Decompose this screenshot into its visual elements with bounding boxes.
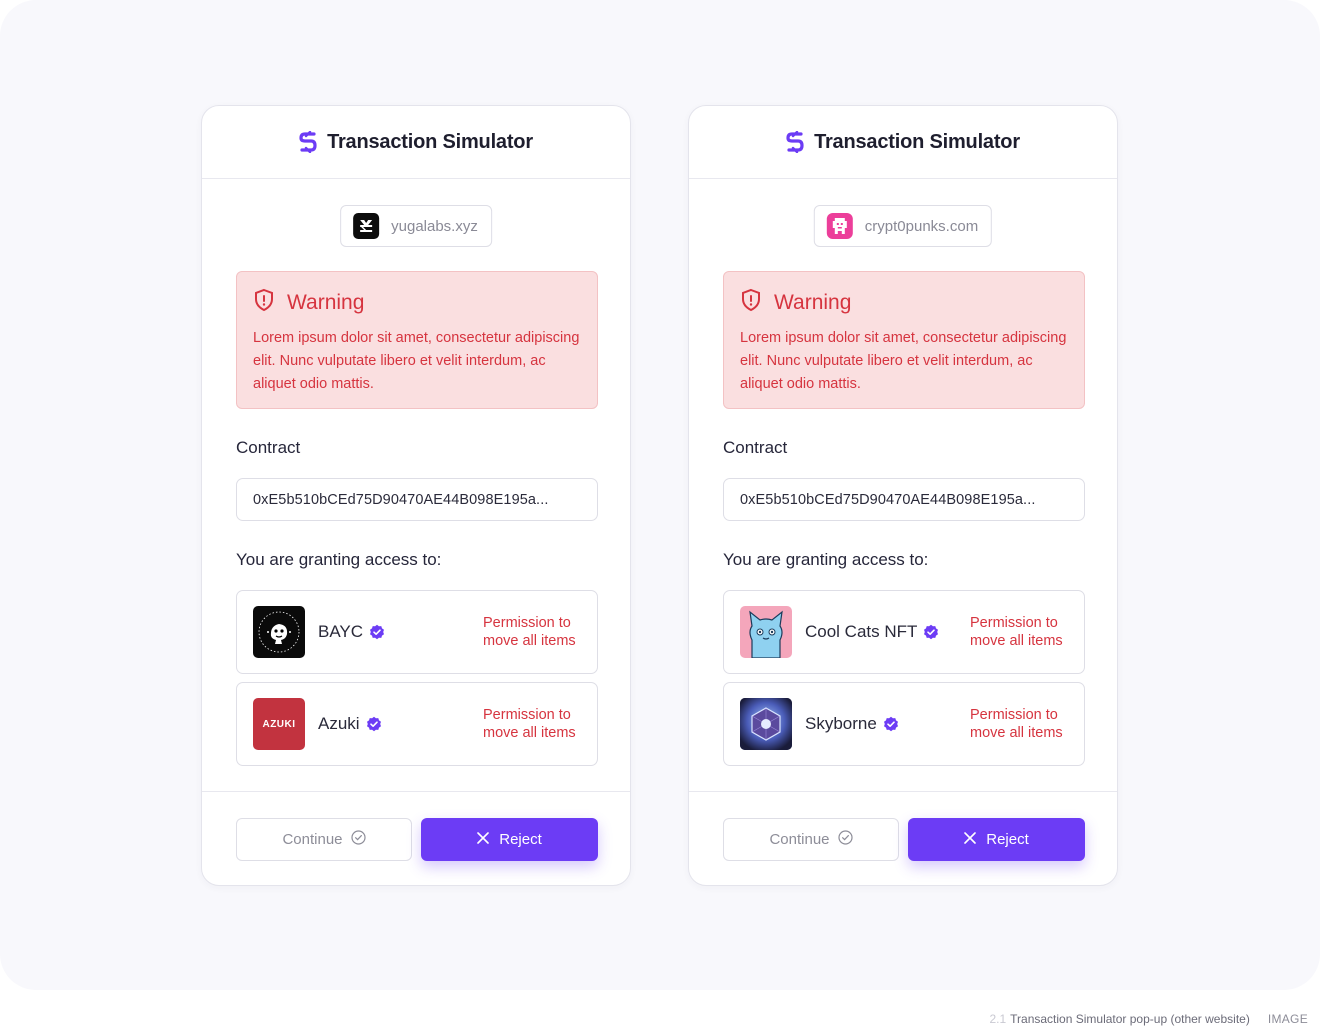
verified-badge-icon [923, 624, 939, 640]
caption-kind: IMAGE [1267, 1012, 1308, 1026]
verified-badge-icon [366, 716, 382, 732]
site-origin-pill: crypt0punks.com [813, 205, 993, 247]
contract-label: Contract [236, 438, 301, 457]
simulator-logo-icon [786, 131, 804, 153]
canvas-background [0, 0, 1320, 990]
granting-access-label: You are granting access to: [723, 550, 929, 569]
warning-box: Warning Lorem ipsum dolor sit amet, cons… [236, 271, 598, 409]
cool-cats-logo-icon [740, 606, 792, 658]
card-footer: Continue Reject [689, 791, 1117, 886]
site-name: crypt0punks.com [864, 217, 979, 235]
card-header: Transaction Simulator [689, 106, 1117, 179]
caption-text: Transaction Simulator pop-up (other webs… [1010, 1012, 1250, 1026]
contract-label: Contract [723, 438, 788, 457]
continue-button-label: Continue [282, 831, 343, 848]
cryptopunks-icon [826, 213, 853, 239]
nft-collection-name: Azuki [318, 714, 360, 733]
simulator-logo-icon [299, 131, 317, 153]
check-circle-icon [837, 830, 853, 849]
azuki-logo-icon: AZUKI [253, 698, 305, 750]
warning-text: Lorem ipsum dolor sit amet, consectetur … [740, 330, 1067, 392]
reject-button[interactable]: Reject [908, 818, 1085, 861]
card-title: Transaction Simulator [327, 130, 533, 153]
card-header: Transaction Simulator [202, 106, 630, 179]
permission-text: Permission to move all items [970, 707, 1063, 741]
continue-button-label: Continue [769, 831, 830, 848]
grant-item-cool-cats[interactable]: Cool Cats NFT Permission to move all ite… [723, 590, 1085, 674]
continue-button[interactable]: Continue [236, 818, 412, 861]
contract-address-field[interactable]: 0xE5b510bCEd75D90470AE44B098E195a... [723, 478, 1085, 521]
nft-collection-name: Cool Cats NFT [805, 622, 918, 641]
grant-item-bayc[interactable]: BAYC Permission to move all items [236, 590, 598, 674]
contract-address-field[interactable]: 0xE5b510bCEd75D90470AE44B098E195a... [236, 478, 598, 521]
grant-item-skyborne[interactable]: Skyborne Permission to move all items [723, 682, 1085, 766]
permission-text: Permission to move all items [970, 615, 1063, 649]
card-footer: Continue Reject [202, 791, 630, 886]
warning-text: Lorem ipsum dolor sit amet, consectetur … [253, 330, 580, 392]
site-origin-pill: yugalabs.xyz [340, 205, 492, 247]
check-circle-icon [350, 830, 366, 849]
site-name: yugalabs.xyz [391, 217, 478, 235]
warning-title: Warning [774, 290, 852, 314]
warning-box: Warning Lorem ipsum dolor sit amet, cons… [723, 271, 1085, 409]
nft-collection-name: Skyborne [805, 714, 877, 733]
permission-text: Permission to move all items [483, 707, 576, 741]
transaction-simulator-card-yugalabs: Transaction Simulator yugalabs.xyz Warni… [201, 105, 631, 886]
reject-button-label: Reject [986, 831, 1029, 848]
verified-badge-icon [369, 624, 385, 640]
granting-access-label: You are granting access to: [236, 550, 442, 569]
continue-button[interactable]: Continue [723, 818, 899, 861]
reject-button[interactable]: Reject [421, 818, 598, 861]
warning-title: Warning [287, 290, 365, 314]
skyborne-logo-icon [740, 698, 792, 750]
card-title: Transaction Simulator [814, 130, 1020, 153]
transaction-simulator-card-cryptopunks: Transaction Simulator crypt0punks.com Wa… [688, 105, 1118, 886]
shield-warning-icon [253, 288, 275, 317]
caption-index: 2.1 [989, 1012, 1007, 1026]
grant-item-azuki[interactable]: AZUKI Azuki Permission to move all items [236, 682, 598, 766]
yuga-labs-icon [353, 213, 380, 239]
reject-button-label: Reject [499, 831, 542, 848]
permission-text: Permission to move all items [483, 615, 576, 649]
shield-warning-icon [740, 288, 762, 317]
verified-badge-icon [883, 716, 899, 732]
nft-collection-name: BAYC [318, 622, 364, 641]
close-icon [477, 831, 490, 848]
figure-caption: 2.1 Transaction Simulator pop-up (other w… [989, 1012, 1308, 1026]
bayc-logo-icon [253, 606, 305, 658]
azuki-logo-text: AZUKI [262, 718, 296, 730]
close-icon [964, 831, 977, 848]
